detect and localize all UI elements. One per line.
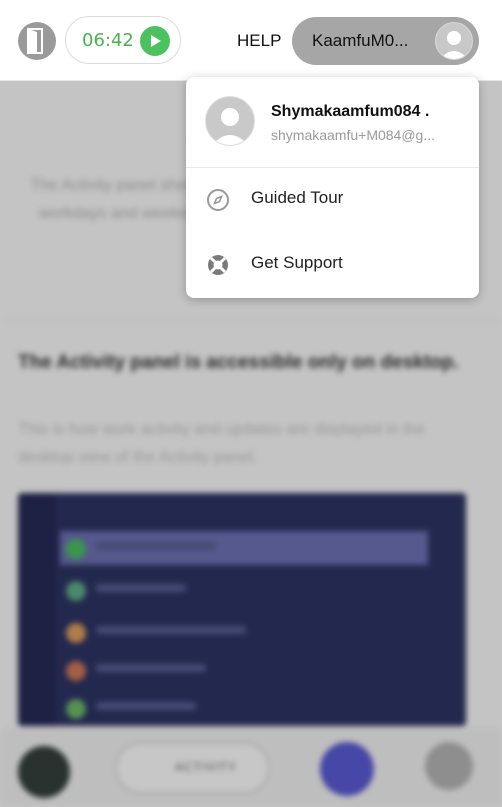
menu-user-email: shymakaamfu+M084@g... [271,127,436,143]
menu-user-name: Shymakaamfum084 . [271,103,430,120]
user-dropdown-menu: Shymakaamfum084 . shymakaamfu+M084@g... … [186,77,479,298]
user-icon [440,31,468,59]
compass-icon [207,189,229,211]
play-button[interactable] [140,26,170,56]
avatar [435,22,473,60]
top-header: 06:42 HELP KaamfuM0... [0,0,502,81]
menu-item-label: Get Support [251,253,343,272]
divider [186,167,479,168]
user-icon [211,108,249,145]
play-icon [151,35,161,47]
avatar [205,96,255,146]
user-menu-button[interactable]: KaamfuM0... [292,17,479,65]
menu-item-guided-tour[interactable]: Guided Tour [186,173,479,227]
menu-item-label: Guided Tour [251,188,344,207]
menu-item-get-support[interactable]: Get Support [186,238,479,292]
user-display-name: KaamfuM0... [312,31,409,50]
help-link[interactable]: HELP [237,31,281,51]
work-timer[interactable]: 06:42 [65,16,181,64]
door-logo-button[interactable] [18,22,56,60]
lifebuoy-icon [208,255,228,275]
door-icon [27,28,43,54]
timer-value: 06:42 [82,30,134,51]
